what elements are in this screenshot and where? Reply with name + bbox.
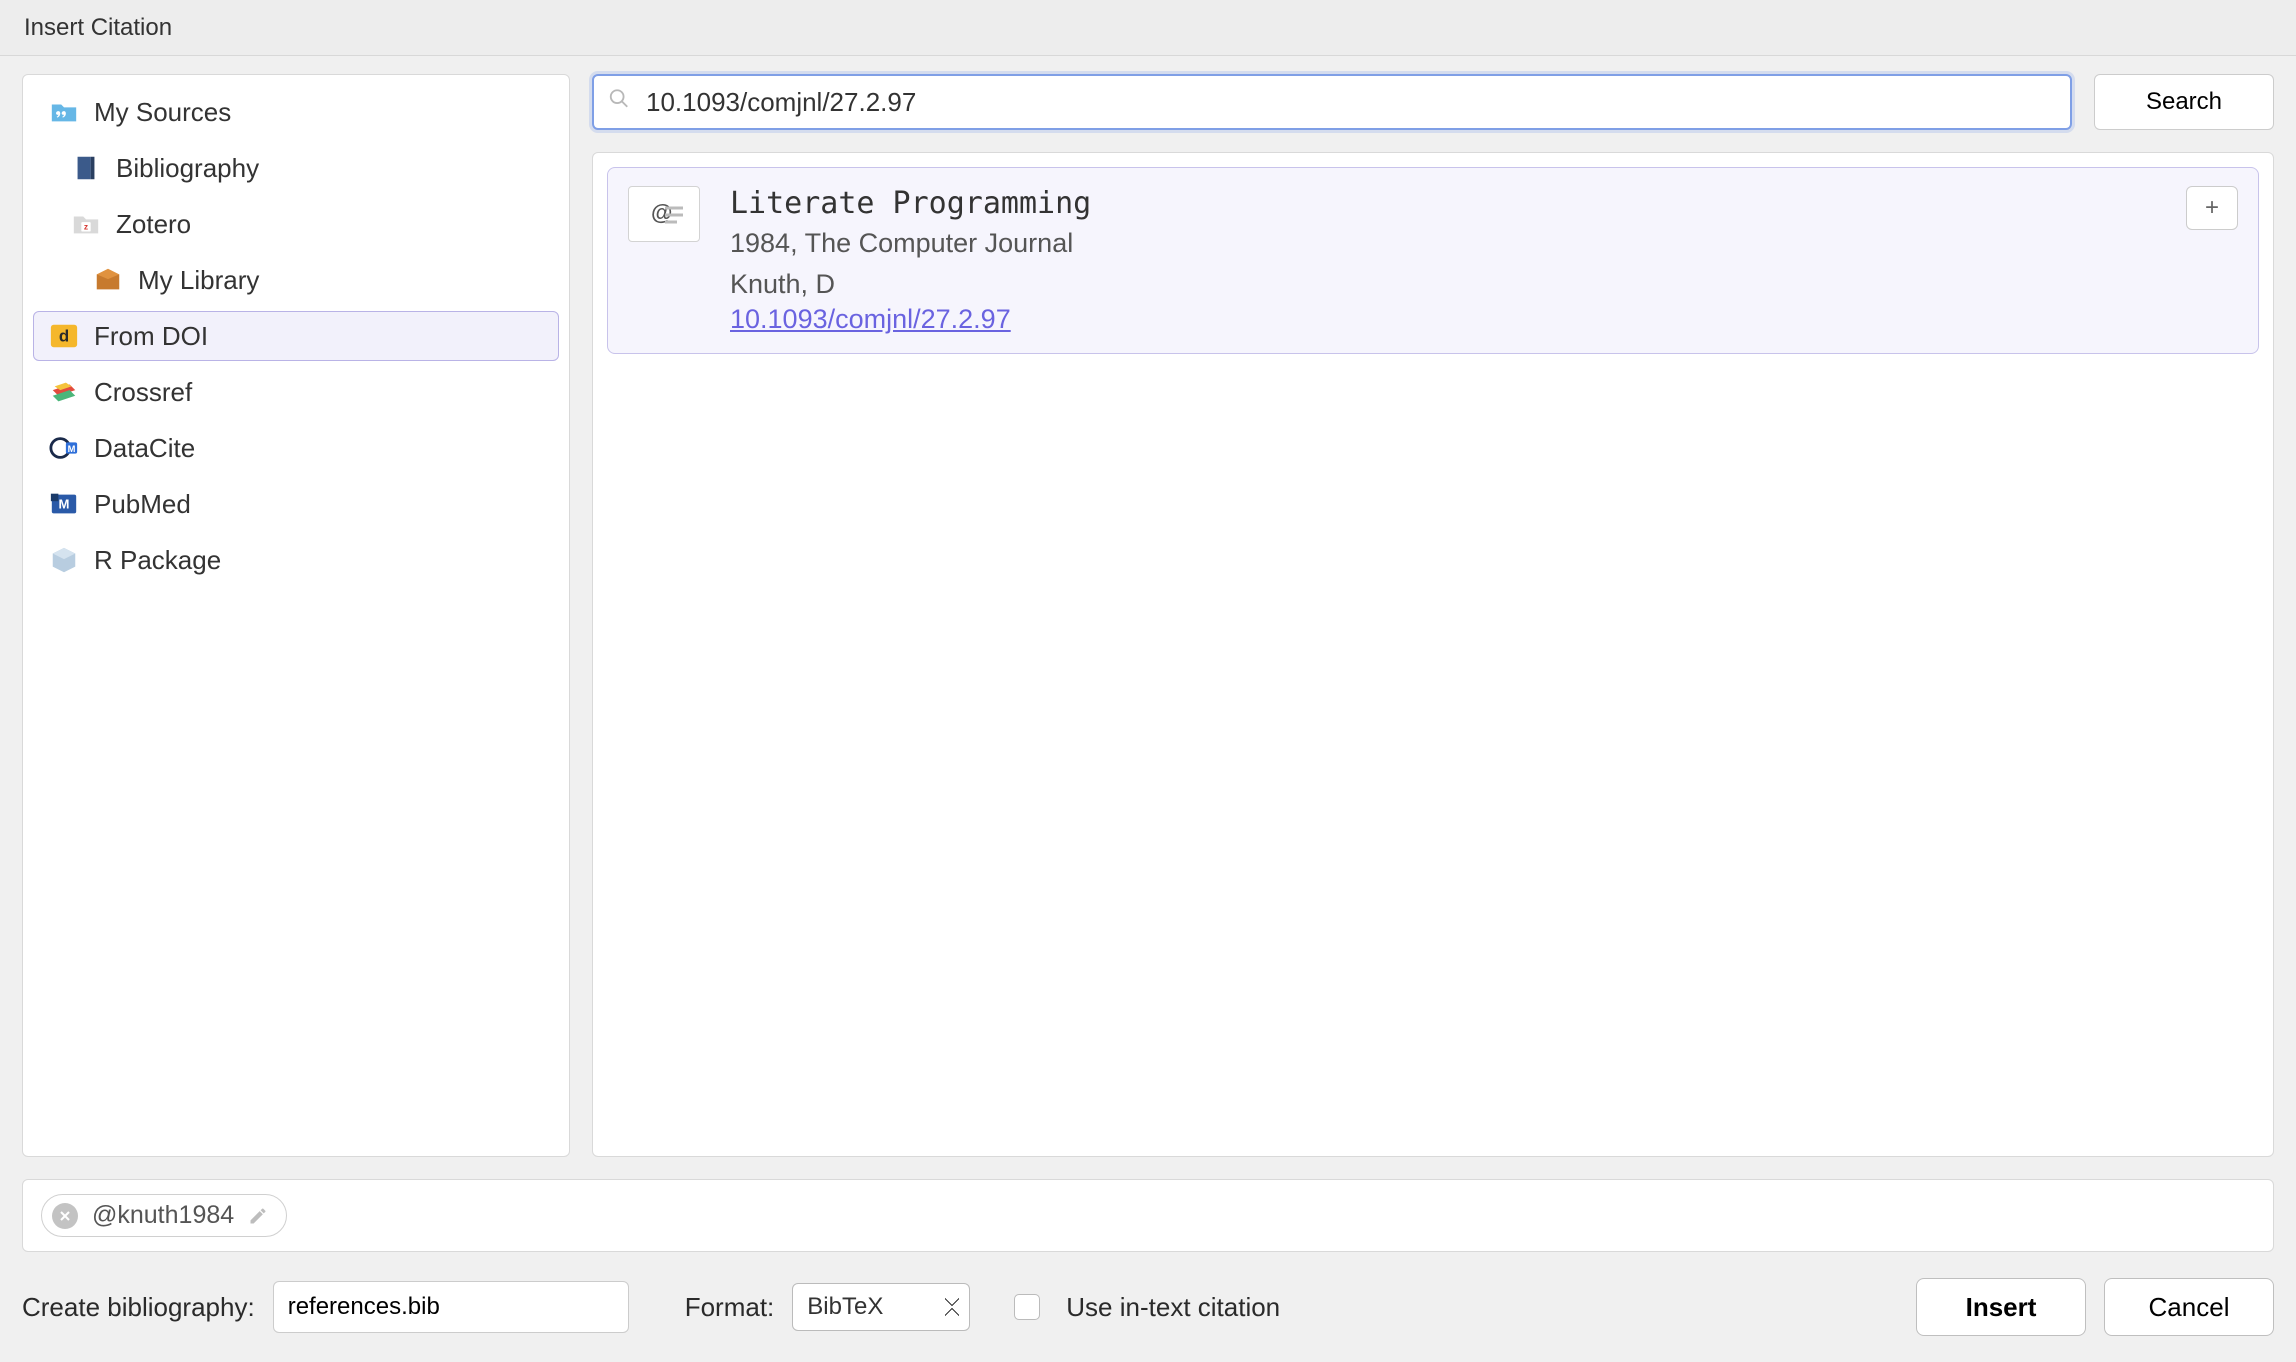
citation-chip: @knuth1984: [41, 1194, 287, 1237]
sidebar-item-label: My Library: [138, 265, 259, 296]
remove-citation-icon[interactable]: [52, 1203, 78, 1229]
bibliography-icon: [70, 152, 102, 184]
sidebar-item-datacite[interactable]: M DataCite: [33, 423, 559, 473]
search-icon: [608, 88, 630, 117]
in-text-citation-label: Use in-text citation: [1066, 1292, 1280, 1323]
result-year-journal: 1984, The Computer Journal: [730, 223, 1091, 264]
search-field-wrap: [592, 74, 2072, 130]
sidebar-item-from-doi[interactable]: d From DOI: [33, 311, 559, 361]
sources-sidebar: My Sources Bibliography z Zotero My Libr…: [22, 74, 570, 1157]
citation-chip-label: @knuth1984: [92, 1201, 234, 1230]
sidebar-item-label: R Package: [94, 545, 221, 576]
sidebar-item-pubmed[interactable]: M PubMed: [33, 479, 559, 529]
insert-button[interactable]: Insert: [1916, 1278, 2086, 1336]
search-button[interactable]: Search: [2094, 74, 2274, 130]
cancel-button[interactable]: Cancel: [2104, 1278, 2274, 1336]
crossref-icon: [48, 376, 80, 408]
sidebar-item-label: DataCite: [94, 433, 195, 464]
results-pane: @ Literate Programming 1984, The Compute…: [592, 152, 2274, 1157]
sidebar-item-r-package[interactable]: R Package: [33, 535, 559, 585]
library-box-icon: [92, 264, 124, 296]
package-icon: [48, 544, 80, 576]
sidebar-item-zotero[interactable]: z Zotero: [33, 199, 559, 249]
quotes-folder-icon: [48, 96, 80, 128]
add-citation-button[interactable]: +: [2186, 186, 2238, 230]
format-label: Format:: [685, 1292, 775, 1323]
svg-text:M: M: [68, 444, 76, 454]
result-doi-link[interactable]: 10.1093/comjnl/27.2.97: [730, 304, 1011, 334]
doi-search-input[interactable]: [594, 76, 2070, 128]
result-details: Literate Programming 1984, The Computer …: [730, 186, 1091, 335]
result-author: Knuth, D: [730, 264, 1091, 305]
edit-citation-icon[interactable]: [248, 1206, 268, 1226]
svg-text:M: M: [59, 497, 70, 512]
sidebar-item-label: Bibliography: [116, 153, 259, 184]
sidebar-item-my-library[interactable]: My Library: [33, 255, 559, 305]
sidebar-item-bibliography[interactable]: Bibliography: [33, 143, 559, 193]
dialog-footer: Create bibliography: Format: BibTeX Use …: [22, 1278, 2274, 1336]
citation-thumbnail-icon: @: [628, 186, 700, 242]
sidebar-item-label: My Sources: [94, 97, 231, 128]
sidebar-item-my-sources[interactable]: My Sources: [33, 87, 559, 137]
sidebar-item-crossref[interactable]: Crossref: [33, 367, 559, 417]
dialog-title: Insert Citation: [24, 14, 172, 42]
format-select-value: BibTeX: [807, 1293, 883, 1321]
result-card[interactable]: @ Literate Programming 1984, The Compute…: [607, 167, 2259, 354]
in-text-citation-checkbox[interactable]: [1014, 1294, 1040, 1320]
dialog-titlebar: Insert Citation: [0, 0, 2296, 56]
sidebar-item-label: Crossref: [94, 377, 192, 408]
svg-text:z: z: [84, 222, 88, 232]
selected-citations-row[interactable]: @knuth1984: [22, 1179, 2274, 1252]
format-select[interactable]: BibTeX: [792, 1283, 970, 1331]
sidebar-item-label: Zotero: [116, 209, 191, 240]
sidebar-item-label: From DOI: [94, 321, 208, 352]
result-title: Literate Programming: [730, 186, 1091, 221]
sidebar-item-label: PubMed: [94, 489, 191, 520]
pubmed-icon: M: [48, 488, 80, 520]
zotero-folder-icon: z: [70, 208, 102, 240]
svg-text:d: d: [59, 327, 69, 346]
doi-icon: d: [48, 320, 80, 352]
create-bibliography-label: Create bibliography:: [22, 1292, 255, 1323]
bibliography-file-input[interactable]: [273, 1281, 629, 1333]
datacite-icon: M: [48, 432, 80, 464]
